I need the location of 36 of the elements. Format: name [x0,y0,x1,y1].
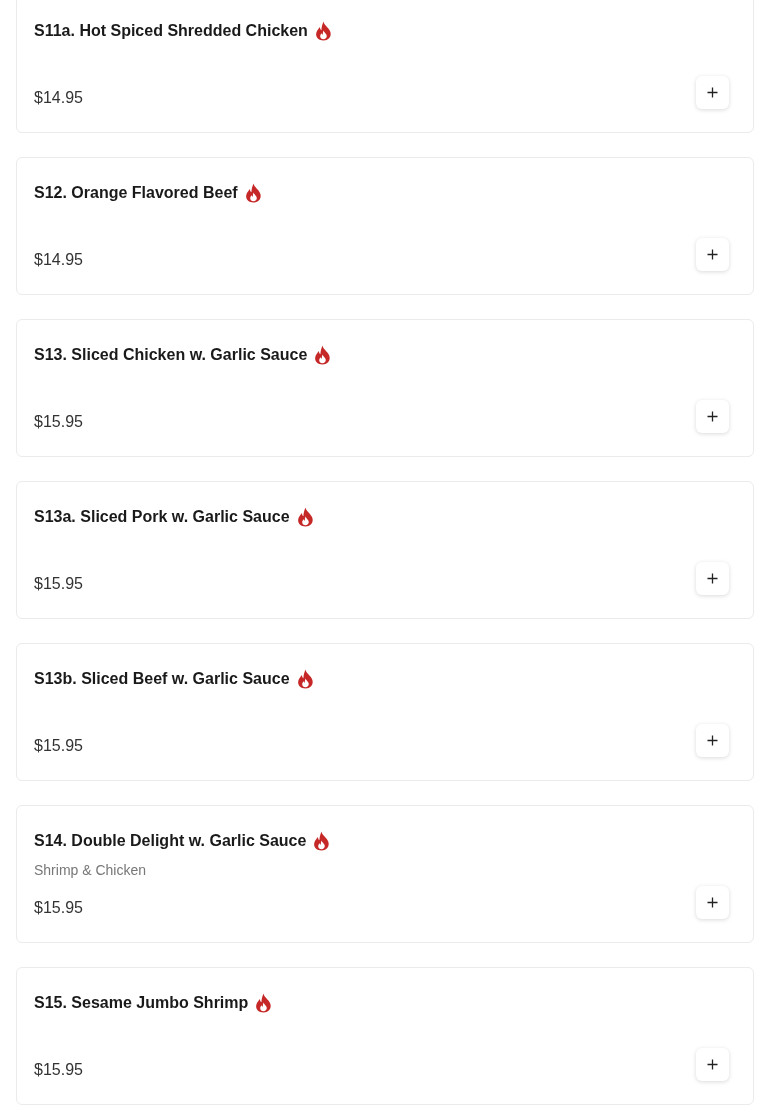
item-description: Shrimp & Chicken [34,860,147,880]
item-name: S11a. Hot Spiced Shredded Chicken [34,21,308,41]
item-price: $15.95 [34,412,84,432]
plus-icon [707,573,718,584]
add-button[interactable] [696,562,729,595]
add-button[interactable] [696,76,729,109]
plus-icon [707,411,718,422]
plus-icon [707,249,718,260]
menu-item-card[interactable]: S13. Sliced Chicken w. Garlic Sauce $15.95 [16,319,754,457]
item-price: $15.95 [34,1060,84,1080]
menu-item-card[interactable]: S14. Double Delight w. Garlic Sauce Shrimp & Chicken $15.95 [16,805,754,943]
menu-item-card[interactable]: S12. Orange Flavored Beef $14.95 [16,157,754,295]
item-price: $15.95 [34,898,84,918]
add-button[interactable] [696,886,729,919]
add-button[interactable] [696,1048,729,1081]
item-price: $14.95 [34,88,84,108]
plus-icon [707,897,718,908]
item-name: S13b. Sliced Beef w. Garlic Sauce [34,669,290,689]
menu-item-card[interactable]: S13b. Sliced Beef w. Garlic Sauce $15.95 [16,643,754,781]
menu-item-card[interactable]: S11a. Hot Spiced Shredded Chicken $14.95 [16,0,754,133]
menu-item-card[interactable]: S15. Sesame Jumbo Shrimp $15.95 [16,967,754,1105]
menu-item-card[interactable]: S13a. Sliced Pork w. Garlic Sauce $15.95 [16,481,754,619]
item-name: S13. Sliced Chicken w. Garlic Sauce [34,345,308,365]
plus-icon [707,87,718,98]
plus-icon [707,735,718,746]
item-price: $15.95 [34,574,84,594]
item-price: $14.95 [34,250,84,270]
item-price: $15.95 [34,736,84,756]
item-name: S15. Sesame Jumbo Shrimp [34,993,249,1013]
add-button[interactable] [696,400,729,433]
add-button[interactable] [696,724,729,757]
item-name: S12. Orange Flavored Beef [34,183,238,203]
item-name: S14. Double Delight w. Garlic Sauce [34,831,307,851]
add-button[interactable] [696,238,729,271]
plus-icon [707,1059,718,1070]
item-name: S13a. Sliced Pork w. Garlic Sauce [34,507,290,527]
